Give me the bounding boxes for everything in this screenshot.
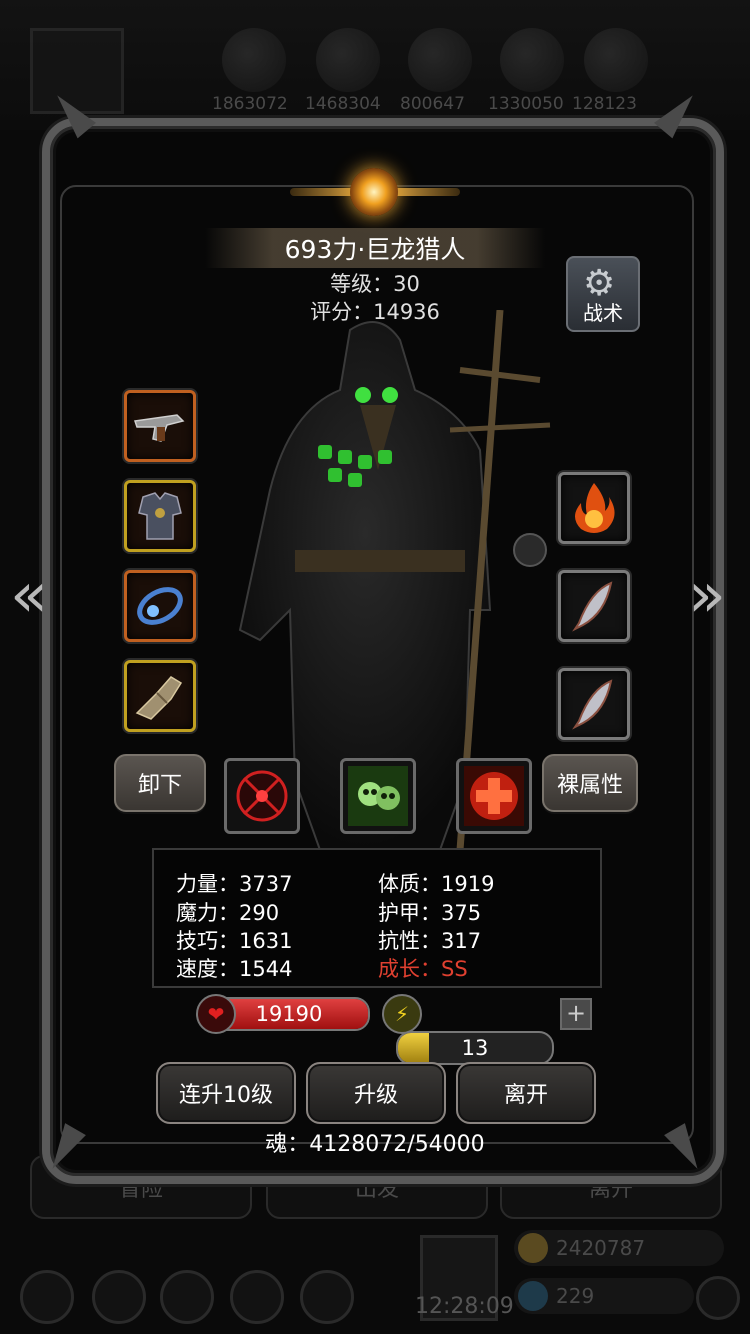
weapon-slot[interactable] (124, 390, 196, 462)
resource-icon (584, 28, 648, 92)
gem-counter: 229 (514, 1278, 694, 1314)
gem-amount: 229 (556, 1284, 595, 1308)
resource-count: 800647 (400, 94, 465, 114)
stat-speed: 速度：1544 (176, 957, 293, 981)
amulet-icon (137, 587, 183, 625)
stat-armor: 护甲：375 (378, 901, 482, 925)
feather-slot[interactable] (558, 668, 630, 740)
feather-icon (572, 679, 613, 730)
resource-count: 1330050 (488, 94, 564, 114)
menu-icon (20, 1270, 74, 1324)
resource-icon (500, 28, 564, 92)
tactics-label: 战术 (583, 301, 623, 325)
clock: 12:28:09 (415, 1294, 514, 1319)
resource-icon (408, 28, 472, 92)
resource-count: 128123 (572, 94, 637, 114)
armor-icon (138, 492, 182, 540)
energy-value: 13 (461, 1036, 489, 1060)
menu-icon (230, 1270, 284, 1324)
base-attributes-button[interactable]: 裸属性 (542, 754, 638, 812)
resource-icon (316, 28, 380, 92)
feather-slot[interactable] (558, 570, 630, 642)
add-energy-button[interactable]: + (560, 998, 592, 1030)
heart-icon: ❤ (196, 994, 236, 1034)
level-up-10-button[interactable]: 连升10级 (156, 1062, 296, 1124)
stat-strength: 力量：3737 (176, 872, 293, 896)
energy-bar: 13 (396, 1031, 554, 1065)
stat-growth: 成长：SS (378, 957, 468, 981)
next-character-chevron-icon[interactable]: » (688, 560, 726, 630)
skull-icon (348, 766, 408, 826)
character-name: 693力·巨龙猎人 (205, 228, 545, 268)
skill-slot[interactable] (224, 758, 300, 834)
lightning-icon: ⚡ (382, 994, 422, 1034)
resource-count: 1468304 (305, 94, 381, 114)
resource-count: 1863072 (212, 94, 288, 114)
resource-icon (222, 28, 286, 92)
panel-emblem-icon (290, 166, 460, 222)
tactics-button[interactable]: ⚙ 战术 (566, 256, 640, 332)
menu-icon (92, 1270, 146, 1324)
gold-coin-icon (518, 1233, 548, 1263)
previous-character-chevron-icon[interactable]: « (10, 560, 48, 630)
fire-icon (575, 483, 615, 533)
soul-counter: 魂：4128072/54000 (265, 1132, 485, 1157)
gold-counter: 2420787 (514, 1230, 724, 1266)
relic-slot[interactable] (558, 472, 630, 544)
menu-icon (160, 1270, 214, 1324)
stat-skill: 技巧：1631 (176, 929, 293, 953)
gold-amount: 2420787 (556, 1236, 646, 1260)
target-icon (236, 770, 288, 822)
character-score: 评分：14936 (310, 300, 440, 324)
cross-icon (464, 766, 524, 826)
stat-constitution: 体质：1919 (378, 872, 495, 896)
gauntlet-icon (135, 676, 183, 720)
pistol-icon (134, 414, 185, 442)
stat-resistance: 抗性：317 (378, 929, 482, 953)
gauntlet-slot[interactable] (124, 660, 196, 732)
armor-slot[interactable] (124, 480, 196, 552)
skill-slot[interactable] (456, 758, 532, 834)
unequip-button[interactable]: 卸下 (114, 754, 206, 812)
skill-slot[interactable] (340, 758, 416, 834)
leave-button[interactable]: 离开 (456, 1062, 596, 1124)
character-level: 等级：30 (330, 272, 420, 296)
stats-panel: 力量：3737 体质：1919 魔力：290 护甲：375 技巧：1631 抗性… (152, 848, 602, 988)
stat-magic: 魔力：290 (176, 901, 280, 925)
menu-icon (300, 1270, 354, 1324)
gem-icon (518, 1281, 548, 1311)
amulet-slot[interactable] (124, 570, 196, 642)
feather-icon (572, 581, 613, 632)
level-up-button[interactable]: 升级 (306, 1062, 446, 1124)
add-icon (696, 1276, 740, 1320)
